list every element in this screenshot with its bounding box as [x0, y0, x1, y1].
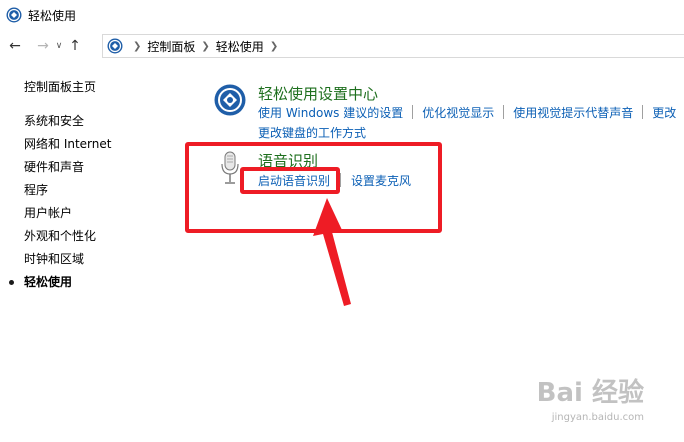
up-arrow-icon[interactable]: ↑ [66, 34, 84, 58]
sidebar-item-programs[interactable]: 程序 [24, 179, 174, 202]
annotation-inner-box [240, 167, 340, 194]
window-title: 轻松使用 [28, 8, 77, 23]
control-panel-icon [107, 38, 123, 54]
sidebar-home-link[interactable]: 控制面板主页 [24, 78, 174, 96]
change-keyboard-link[interactable]: 更改键盘的工作方式 [258, 126, 366, 140]
address-bar[interactable]: ❯ 控制面板 ❯ 轻松使用 ❯ [102, 34, 684, 58]
ease-center-links-row2: 更改键盘的工作方式 [258, 124, 366, 140]
sidebar-item-hardware-sound[interactable]: 硬件和声音 [24, 156, 174, 179]
optimize-visual-display-link[interactable]: 优化视觉显示 [422, 104, 494, 121]
sidebar-item-user-accounts[interactable]: 用户帐户 [24, 202, 174, 225]
sidebar-item-label: 轻松使用 [24, 275, 73, 289]
link-divider [412, 105, 414, 119]
sidebar-item-ease-of-access[interactable]: 轻松使用 [9, 271, 174, 294]
breadcrumb-separator-icon[interactable]: ❯ [133, 41, 141, 52]
sidebar-list: 系统和安全 网络和 Internet 硬件和声音 程序 用户帐户 外观和个性化 … [9, 110, 174, 294]
back-arrow-icon[interactable]: ← [6, 34, 24, 58]
recommended-settings-link[interactable]: 使用 Windows 建议的设置 [258, 104, 403, 121]
ease-center-links: 使用 Windows 建议的设置 优化视觉显示 使用视觉提示代替声音 更改 [258, 104, 676, 120]
sidebar-item-network[interactable]: 网络和 Internet [24, 133, 174, 156]
visual-alternatives-for-sounds-link[interactable]: 使用视觉提示代替声音 [513, 104, 633, 121]
navigation-bar: ← → ∨ ↑ ❯ 控制面板 ❯ 轻松使用 ❯ [0, 32, 684, 60]
breadcrumb-separator-icon[interactable]: ❯ [201, 41, 209, 52]
ease-of-access-center-icon [214, 84, 246, 116]
recent-pages-chevron-icon[interactable]: ∨ [52, 34, 66, 58]
title-bar: 轻松使用 [0, 0, 684, 30]
breadcrumb-ease-of-access[interactable]: 轻松使用 [216, 38, 264, 55]
change-link[interactable]: 更改 [652, 104, 676, 121]
sidebar-item-clock-region[interactable]: 时钟和区域 [24, 248, 174, 271]
watermark: Bai 经验 jingyan.baidu.com [520, 372, 680, 434]
sidebar-item-system-security[interactable]: 系统和安全 [24, 110, 174, 133]
link-divider [503, 105, 505, 119]
breadcrumb-separator-icon[interactable]: ❯ [270, 41, 278, 52]
watermark-url: jingyan.baidu.com [551, 412, 644, 423]
sidebar: 控制面板主页 系统和安全 网络和 Internet 硬件和声音 程序 用户帐户 … [9, 78, 174, 289]
ease-center-title[interactable]: 轻松使用设置中心 [258, 83, 378, 104]
link-divider [642, 105, 644, 119]
ease-of-access-icon [6, 7, 22, 23]
sidebar-item-appearance[interactable]: 外观和个性化 [24, 225, 174, 248]
annotation-arrow-icon [313, 198, 351, 306]
forward-arrow-icon[interactable]: → [34, 34, 52, 58]
breadcrumb-control-panel[interactable]: 控制面板 [147, 38, 195, 55]
watermark-logo-text: Bai 经验 [536, 378, 644, 408]
current-item-bullet-icon [9, 280, 14, 285]
